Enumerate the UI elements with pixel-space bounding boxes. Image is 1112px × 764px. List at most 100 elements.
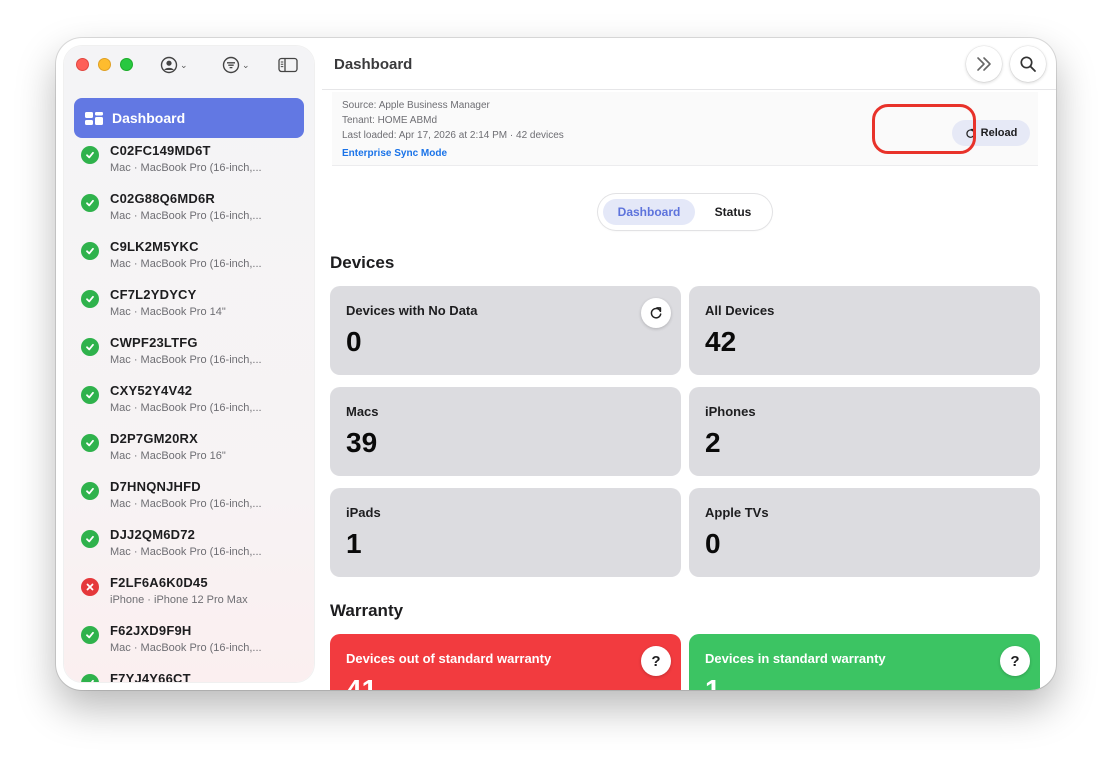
card-value: 0 <box>346 326 362 357</box>
device-serial: CF7L2YDYCY <box>110 287 197 302</box>
card-devices-no-data[interactable]: Devices with No Data 0 <box>330 286 681 375</box>
checkmark-icon <box>81 386 99 404</box>
expand-toolbar-button[interactable] <box>966 46 1002 82</box>
list-item[interactable]: CF7L2YDYCY Mac · MacBook Pro 14" <box>64 286 314 334</box>
device-model: Mac · MacBook Pro 16" <box>110 450 226 462</box>
account-icon <box>160 56 178 74</box>
close-window-button[interactable] <box>76 58 89 71</box>
device-serial: DJJ2QM6D72 <box>110 527 196 542</box>
device-model: Mac · MacBook Pro (16-inch,... <box>110 642 262 654</box>
minimize-window-button[interactable] <box>98 58 111 71</box>
warranty-section-title: Warranty <box>330 601 404 620</box>
list-item[interactable]: C02FC149MD6T Mac · MacBook Pro (16-inch,.… <box>64 142 314 190</box>
list-item[interactable]: D2P7GM20RX Mac · MacBook Pro 16" <box>64 430 314 478</box>
checkmark-icon <box>81 338 99 356</box>
search-button[interactable] <box>1010 46 1046 82</box>
device-model: Mac · MacBook Pro (16-inch,... <box>110 354 262 366</box>
sidebar-toggle-icon <box>278 57 298 73</box>
view-segmented-control: Dashboard Status <box>598 194 772 230</box>
page-title: Dashboard <box>334 56 413 73</box>
checkmark-icon <box>81 242 99 260</box>
card-value: 39 <box>346 427 378 458</box>
checkmark-icon <box>81 146 99 164</box>
enterprise-sync-mode-link[interactable]: Enterprise Sync Mode <box>342 148 447 159</box>
card-all-devices[interactable]: All Devices 42 <box>689 286 1040 375</box>
device-serial: F62JXD9F9H <box>110 623 192 638</box>
reload-highlight-annotation <box>872 104 976 154</box>
device-list: C02FC149MD6T Mac · MacBook Pro (16-inch,.… <box>64 142 314 682</box>
card-apple-tvs[interactable]: Apple TVs 0 <box>689 488 1040 577</box>
device-serial: D2P7GM20RX <box>110 431 198 446</box>
zoom-window-button[interactable] <box>120 58 133 71</box>
device-model: Mac · MacBook Pro (16-inch,... <box>110 402 262 414</box>
card-value: 1 <box>705 674 721 690</box>
card-value: 1 <box>346 528 362 559</box>
device-model: Mac · MacBook Pro (16-inch,... <box>110 210 262 222</box>
help-button[interactable]: ? <box>641 646 671 676</box>
device-model: Mac · MacBook Pro 14" <box>110 306 226 318</box>
question-icon: ? <box>651 652 661 670</box>
card-iphones[interactable]: iPhones 2 <box>689 387 1040 476</box>
card-label: iPads <box>346 505 381 520</box>
help-button[interactable]: ? <box>1000 646 1030 676</box>
checkmark-icon <box>81 194 99 212</box>
header-divider <box>322 89 1056 90</box>
list-item[interactable]: F62JXD9F9H Mac · MacBook Pro (16-inch,... <box>64 622 314 670</box>
source-text: Source: Apple Business Manager <box>342 100 490 111</box>
list-item[interactable]: CXY52Y4V42 Mac · MacBook Pro (16-inch,... <box>64 382 314 430</box>
device-serial: C02G88Q6MD6R <box>110 191 215 206</box>
card-value: 41 <box>346 674 378 690</box>
window-controls <box>76 58 133 71</box>
card-in-warranty[interactable]: Devices in standard warranty 1 ? <box>689 634 1040 690</box>
checkmark-icon <box>81 482 99 500</box>
last-loaded-text: Last loaded: Apr 17, 2026 at 2:14 PM · 4… <box>342 130 564 141</box>
search-icon <box>1020 56 1036 72</box>
list-item[interactable]: F2LF6A6K0D45 iPhone · iPhone 12 Pro Max <box>64 574 314 622</box>
card-out-of-warranty[interactable]: Devices out of standard warranty 41 ? <box>330 634 681 690</box>
sidebar-item-label: Dashboard <box>112 110 186 126</box>
error-icon <box>81 578 99 596</box>
chevron-double-right-icon <box>977 57 991 71</box>
card-label: iPhones <box>705 404 756 419</box>
refresh-card-button[interactable] <box>641 298 671 328</box>
device-serial: F2LF6A6K0D45 <box>110 575 208 590</box>
tenant-text: Tenant: HOME ABMd <box>342 115 438 126</box>
list-item[interactable]: C02G88Q6MD6R Mac · MacBook Pro (16-inch,.… <box>64 190 314 238</box>
card-label: Apple TVs <box>705 505 769 520</box>
device-model: Mac · MacBook Pro (16-inch,... <box>110 162 262 174</box>
checkmark-icon <box>81 626 99 644</box>
card-label: Devices out of standard warranty <box>346 651 552 666</box>
sidebar: ⌄ ⌄ Dashboard C02FC149MD6T Mac · MacBook… <box>64 46 314 682</box>
device-serial: C02FC149MD6T <box>110 143 211 158</box>
sidebar-toggle-button[interactable] <box>278 54 298 76</box>
device-serial: D7HNQNJHFD <box>110 479 201 494</box>
tab-status[interactable]: Status <box>698 199 768 225</box>
card-ipads[interactable]: iPads 1 <box>330 488 681 577</box>
card-value: 2 <box>705 427 721 458</box>
card-label: Devices with No Data <box>346 303 478 318</box>
account-menu-button[interactable]: ⌄ <box>160 54 188 76</box>
device-model: iPhone · iPhone 12 Pro Max <box>110 594 248 606</box>
sidebar-item-dashboard[interactable]: Dashboard <box>74 98 304 138</box>
checkmark-icon <box>81 290 99 308</box>
chevron-down-icon: ⌄ <box>180 59 188 70</box>
list-item[interactable]: F7YJ4Y66CT <box>64 670 314 682</box>
device-serial: F7YJ4Y66CT <box>110 671 191 682</box>
list-item[interactable]: C9LK2M5YKC Mac · MacBook Pro (16-inch,... <box>64 238 314 286</box>
device-model: Mac · MacBook Pro (16-inch,... <box>110 546 262 558</box>
tab-dashboard[interactable]: Dashboard <box>603 199 695 225</box>
device-model: Mac · MacBook Pro (16-inch,... <box>110 498 262 510</box>
dashboard-icon <box>85 112 103 125</box>
chevron-down-icon: ⌄ <box>242 59 250 70</box>
devices-section-title: Devices <box>330 253 395 272</box>
list-item[interactable]: CWPF23LTFG Mac · MacBook Pro (16-inch,... <box>64 334 314 382</box>
list-item[interactable]: DJJ2QM6D72 Mac · MacBook Pro (16-inch,... <box>64 526 314 574</box>
card-macs[interactable]: Macs 39 <box>330 387 681 476</box>
card-label: Devices in standard warranty <box>705 651 886 666</box>
filter-icon <box>222 56 240 74</box>
card-label: Macs <box>346 404 379 419</box>
card-value: 42 <box>705 326 737 357</box>
filter-menu-button[interactable]: ⌄ <box>222 54 250 76</box>
reload-label: Reload <box>980 127 1018 139</box>
list-item[interactable]: D7HNQNJHFD Mac · MacBook Pro (16-inch,... <box>64 478 314 526</box>
